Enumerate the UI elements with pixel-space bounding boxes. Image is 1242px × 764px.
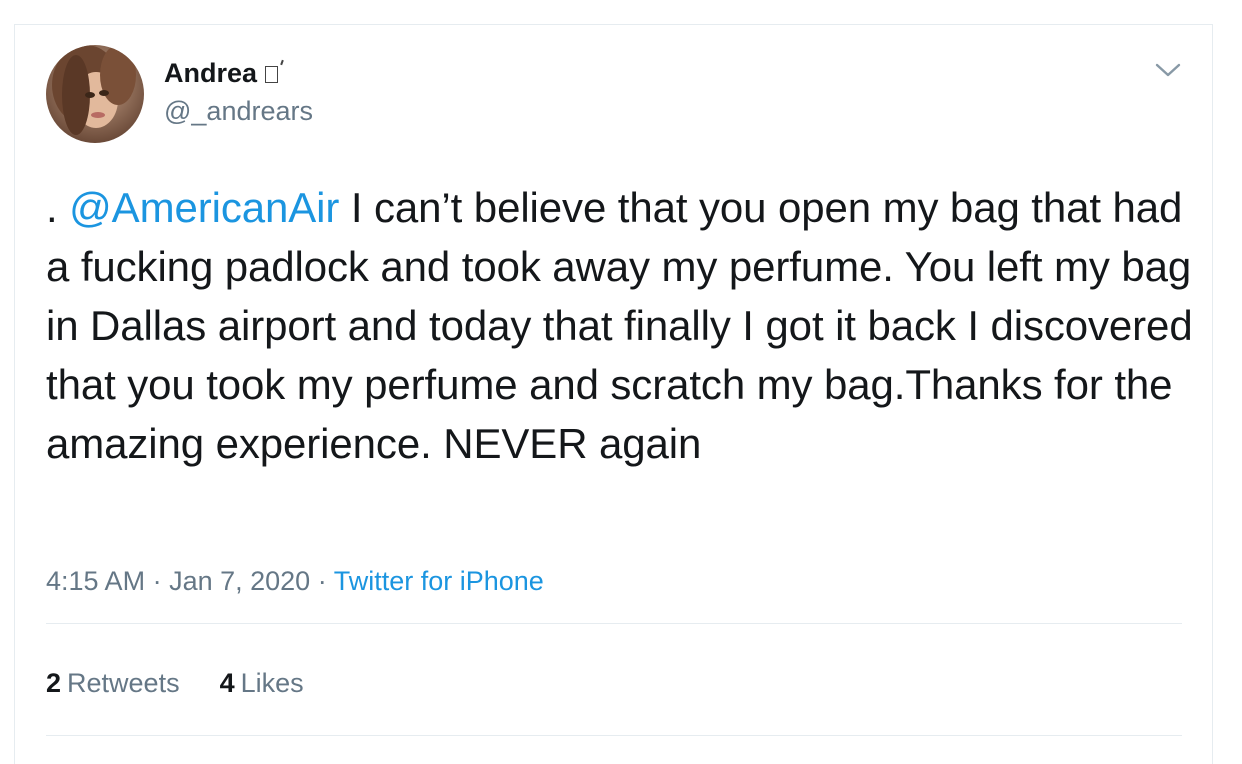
avatar-image [46, 45, 144, 143]
divider [46, 623, 1182, 624]
divider [46, 735, 1182, 736]
mention-link[interactable]: @AmericanAir [69, 184, 339, 231]
tweet-prefix: . [46, 184, 70, 231]
chevron-down-icon [1155, 63, 1181, 77]
more-options-button[interactable] [1148, 54, 1188, 86]
retweets-label: Retweets [67, 668, 180, 698]
avatar[interactable] [46, 45, 144, 143]
emoji-box-icon [265, 66, 279, 83]
likes-stat[interactable]: 4 Likes [220, 668, 304, 699]
tweet-date[interactable]: Jan 7, 2020 [169, 566, 310, 596]
tweet-meta: 4:15 AM · Jan 7, 2020 · Twitter for iPho… [46, 566, 544, 597]
meta-separator: · [145, 566, 170, 596]
tweet-text: . @AmericanAir I can’t believe that you … [46, 178, 1196, 473]
user-name[interactable]: Andrea [164, 58, 279, 89]
tweet-source-link[interactable]: Twitter for iPhone [334, 566, 544, 596]
tweet-time[interactable]: 4:15 AM [46, 566, 145, 596]
likes-count: 4 [219, 668, 235, 698]
tweet-stats: 2 Retweets 4 Likes [46, 668, 344, 699]
retweets-count: 2 [46, 668, 62, 698]
likes-label: Likes [240, 668, 304, 698]
user-handle[interactable]: @_andrears [164, 96, 313, 127]
retweets-stat[interactable]: 2 Retweets [46, 668, 180, 699]
user-display-name: Andrea [164, 58, 258, 88]
meta-separator: · [310, 566, 334, 596]
